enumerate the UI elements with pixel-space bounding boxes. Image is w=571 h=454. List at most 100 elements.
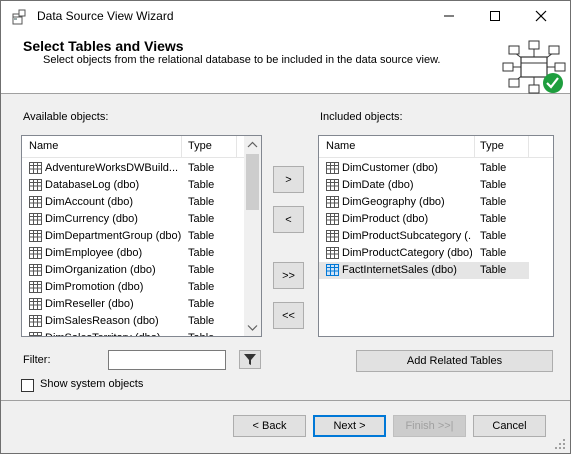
table-icon xyxy=(326,247,339,259)
object-name: AdventureWorksDWBuild... xyxy=(45,162,179,174)
show-system-objects-checkbox[interactable] xyxy=(21,379,34,392)
page-subtitle: Select objects from the relational datab… xyxy=(43,54,441,66)
object-name: DimCurrency (dbo) xyxy=(45,213,138,225)
show-system-objects-label[interactable]: Show system objects xyxy=(40,378,143,390)
table-icon xyxy=(326,179,339,191)
scroll-up-button[interactable] xyxy=(244,136,261,153)
scroll-thumb[interactable] xyxy=(246,154,259,210)
list-item[interactable]: DimGeography (dbo) Table xyxy=(319,194,529,211)
table-icon xyxy=(29,179,42,191)
back-button[interactable]: < Back xyxy=(233,415,306,437)
minimize-button[interactable] xyxy=(426,1,472,32)
chevron-up-icon xyxy=(247,141,258,148)
list-item[interactable]: DimEmployee (dbo) Table xyxy=(22,245,244,262)
table-icon xyxy=(29,213,42,225)
filter-input[interactable] xyxy=(108,350,226,370)
filter-button[interactable] xyxy=(239,350,261,369)
object-name: DimOrganization (dbo) xyxy=(45,264,156,276)
table-icon xyxy=(29,230,42,242)
object-name: DimDepartmentGroup (dbo) xyxy=(45,230,181,242)
table-icon xyxy=(29,264,42,276)
object-type: Table xyxy=(188,281,215,293)
included-list-header: Name Type xyxy=(319,136,553,158)
title-bar[interactable]: Data Source View Wizard xyxy=(1,1,570,32)
scroll-down-button[interactable] xyxy=(244,319,261,336)
object-name: DimGeography (dbo) xyxy=(342,196,445,208)
available-list-header: Name Type xyxy=(22,136,261,158)
add-selected-button[interactable]: > xyxy=(273,166,304,193)
list-item[interactable]: DimDepartmentGroup (dbo) Table xyxy=(22,228,244,245)
object-type: Table xyxy=(480,247,507,259)
column-divider[interactable] xyxy=(474,136,475,158)
object-name: DimProductCategory (dbo) xyxy=(342,247,472,259)
list-item[interactable]: DimCustomer (dbo) Table xyxy=(319,160,529,177)
object-type: Table xyxy=(480,230,507,242)
object-name: DatabaseLog (dbo) xyxy=(45,179,140,191)
remove-selected-button[interactable]: < xyxy=(273,206,304,233)
wizard-window: Data Source View Wizard Select Tables an… xyxy=(0,0,571,454)
list-item[interactable]: DimPromotion (dbo) Table xyxy=(22,279,244,296)
add-related-tables-button[interactable]: Add Related Tables xyxy=(356,350,553,372)
window-title: Data Source View Wizard xyxy=(37,9,174,23)
object-name: DimProduct (dbo) xyxy=(342,213,429,225)
table-icon xyxy=(29,196,42,208)
cancel-button[interactable]: Cancel xyxy=(473,415,546,437)
list-item[interactable]: DimSalesReason (dbo) Table xyxy=(22,313,244,330)
next-button[interactable]: Next > xyxy=(313,415,386,437)
object-name: FactInternetSales (dbo) xyxy=(342,264,457,276)
table-icon xyxy=(326,264,339,276)
list-item[interactable]: DimProductCategory (dbo) Table xyxy=(319,245,529,262)
object-type: Table xyxy=(188,230,215,242)
list-item[interactable]: DimCurrency (dbo) Table xyxy=(22,211,244,228)
list-item[interactable]: AdventureWorksDWBuild... Table xyxy=(22,160,244,177)
table-icon xyxy=(29,247,42,259)
table-icon xyxy=(326,196,339,208)
table-icon xyxy=(29,298,42,310)
list-item[interactable]: DimProductSubcategory (... Table xyxy=(319,228,529,245)
column-divider[interactable] xyxy=(236,136,237,158)
column-divider[interactable] xyxy=(528,136,529,158)
page-title: Select Tables and Views xyxy=(23,38,184,54)
object-type: Table xyxy=(480,196,507,208)
column-divider[interactable] xyxy=(181,136,182,158)
object-type: Table xyxy=(188,264,215,276)
list-item[interactable]: DatabaseLog (dbo) Table xyxy=(22,177,244,194)
available-objects-label: Available objects: xyxy=(23,111,109,123)
list-item[interactable]: DimSalesTerritory (dbo) Table xyxy=(22,330,244,336)
name-column-header[interactable]: Name xyxy=(326,140,355,152)
close-button[interactable] xyxy=(518,1,564,32)
table-icon xyxy=(326,213,339,225)
object-type: Table xyxy=(480,162,507,174)
list-item[interactable]: DimDate (dbo) Table xyxy=(319,177,529,194)
resize-grip-icon[interactable] xyxy=(554,438,566,450)
object-name: DimCustomer (dbo) xyxy=(342,162,438,174)
close-icon xyxy=(535,10,547,22)
filter-icon xyxy=(244,354,256,365)
available-objects-list[interactable]: Name Type AdventureWorksDWBuild... Table D… xyxy=(21,135,262,337)
finish-button[interactable]: Finish >>| xyxy=(393,415,466,437)
object-type: Table xyxy=(188,196,215,208)
list-item[interactable]: FactInternetSales (dbo) Table xyxy=(319,262,529,279)
object-type: Table xyxy=(188,332,214,336)
maximize-icon xyxy=(490,11,500,21)
included-objects-list[interactable]: Name Type DimCustomer (dbo) Table DimDate … xyxy=(318,135,554,337)
table-icon xyxy=(29,162,42,174)
list-item[interactable]: DimReseller (dbo) Table xyxy=(22,296,244,313)
add-all-button[interactable]: >> xyxy=(273,262,304,289)
list-item[interactable]: DimProduct (dbo) Table xyxy=(319,211,529,228)
object-name: DimProductSubcategory (... xyxy=(342,230,472,242)
object-name: DimDate (dbo) xyxy=(342,179,414,191)
type-column-header[interactable]: Type xyxy=(188,140,212,152)
object-type: Table xyxy=(480,264,507,276)
name-column-header[interactable]: Name xyxy=(29,140,58,152)
list-item[interactable]: DimOrganization (dbo) Table xyxy=(22,262,244,279)
table-icon xyxy=(29,332,42,336)
maximize-button[interactable] xyxy=(472,1,518,32)
type-column-header[interactable]: Type xyxy=(480,140,504,152)
object-name: DimPromotion (dbo) xyxy=(45,281,144,293)
object-name: DimSalesTerritory (dbo) xyxy=(45,332,181,336)
available-scrollbar[interactable] xyxy=(244,136,261,336)
list-item[interactable]: DimAccount (dbo) Table xyxy=(22,194,244,211)
table-icon xyxy=(29,315,42,327)
remove-all-button[interactable]: << xyxy=(273,302,304,329)
